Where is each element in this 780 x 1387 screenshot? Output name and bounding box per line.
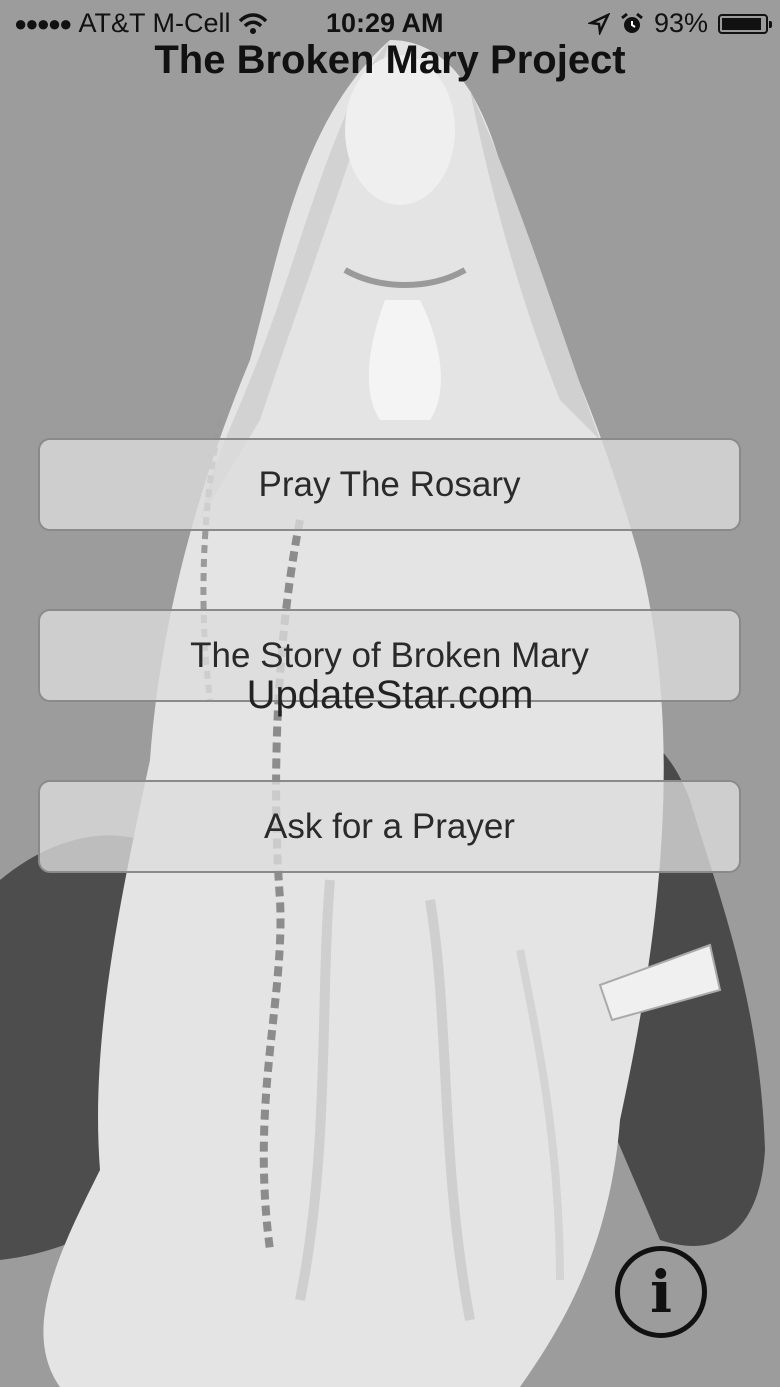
status-right: 93% (587, 8, 772, 39)
info-button[interactable]: i (615, 1246, 707, 1338)
status-left: ●●●●● AT&T M-Cell (14, 8, 268, 39)
location-arrow-icon (587, 12, 610, 35)
alarm-clock-icon (621, 12, 643, 33)
story-of-broken-mary-button[interactable]: The Story of Broken Mary (38, 609, 741, 702)
ask-for-prayer-button[interactable]: Ask for a Prayer (38, 780, 741, 873)
battery-percent: 93% (653, 8, 708, 38)
battery-icon (718, 13, 772, 34)
wifi-icon (239, 12, 268, 34)
info-icon: i (649, 1258, 673, 1326)
battery-level-fill (722, 17, 761, 30)
status-time: 10:29 AM (326, 8, 444, 38)
page-title: The Broken Mary Project (154, 38, 626, 82)
signal-dots-icon: ●●●●● (14, 10, 72, 36)
pray-rosary-button[interactable]: Pray The Rosary (38, 438, 741, 531)
carrier-label: AT&T M-Cell (78, 8, 231, 38)
